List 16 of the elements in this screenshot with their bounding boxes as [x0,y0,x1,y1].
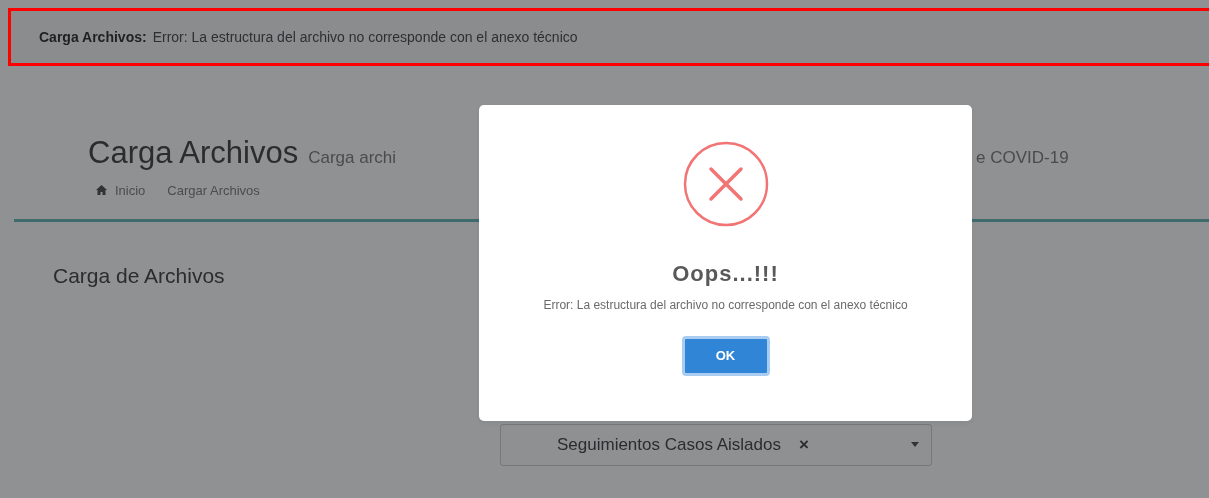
page-subtitle: e COVID-19 [976,147,1069,169]
file-type-select[interactable]: Seguimientos Casos Aislados × [500,423,932,466]
error-icon [682,141,769,227]
alert-label: Carga Archivos: [39,27,147,47]
caret-icon [911,442,919,447]
page-title: Carga Archivos [88,134,299,172]
dialog-title: Oops...!!! [672,260,779,288]
alert-message: Error: La estructura del archivo no corresponde con el anexo técnico [152,27,578,47]
dialog-message: Error: La estructura del archivo no corresponde con el anexo técnico [542,298,909,314]
breadcrumb-link[interactable]: Inicio [115,180,146,200]
home-icon [96,185,107,196]
ok-button[interactable]: OK [681,335,770,376]
panel-title: Carga de Archivos [53,263,225,289]
page-subtitle: Carga archi [308,147,397,169]
breadcrumb-current: Cargar Archivos [167,181,260,200]
clear-button[interactable]: × [798,431,809,458]
